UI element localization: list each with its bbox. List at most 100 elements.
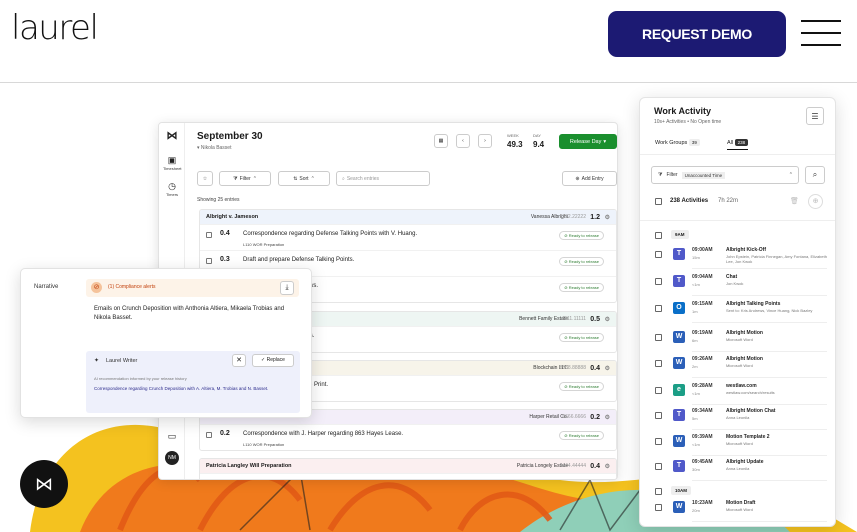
activity-item[interactable]: T 09:04AM <1m Chat Jon Kwok <box>640 270 835 296</box>
activity-checkbox[interactable] <box>655 504 662 511</box>
timesheet-nav[interactable]: ▣ Timesheet <box>163 155 182 171</box>
narrative-label: Narrative <box>34 284 59 290</box>
group-hours: 0.5 <box>590 315 600 323</box>
activity-item[interactable]: O 09:15AM 1m Albright Talking Points Sen… <box>640 297 835 323</box>
activity-checkbox[interactable] <box>655 438 662 445</box>
compliance-alert-text: (1) Compliance alerts <box>108 284 156 290</box>
activity-time: 09:45AM <box>692 459 713 465</box>
entry-checkbox[interactable] <box>206 232 212 238</box>
group-header[interactable]: Patricia Langley Will Preparation Patric… <box>200 459 616 473</box>
sort-button[interactable]: ⇅ Sort ⌃ <box>278 171 330 186</box>
activity-title: Motion Template 2 <box>726 434 770 440</box>
user-avatar[interactable]: NM <box>165 451 179 465</box>
dismiss-icon[interactable]: ✕ <box>232 354 246 367</box>
release-day-button[interactable]: Release Day ▾ <box>559 134 617 149</box>
activity-item[interactable]: e 09:28AM <1m westlaw.com westlaw.com/se… <box>640 379 835 405</box>
select-all-checkbox[interactable] <box>655 198 662 205</box>
entry-hours[interactable]: 0.3 <box>220 256 230 263</box>
activity-checkbox[interactable] <box>655 334 662 341</box>
settings-icon[interactable]: ⚙ <box>605 365 610 372</box>
status-badge[interactable]: ⊘ Ready to release <box>559 231 604 240</box>
compliance-alert-bar[interactable]: ⊘ (1) Compliance alerts ⤓ <box>86 279 299 297</box>
week-hours: 49.3 <box>507 140 523 149</box>
activity-filter[interactable]: ⧩ Filter Unaccounted Time ⌃ <box>651 166 799 184</box>
settings-icon[interactable]: ⚙ <box>605 214 610 221</box>
word-icon: W <box>673 357 685 369</box>
chat-bubble-logo-icon[interactable]: ⋈ <box>20 460 68 508</box>
activity-item[interactable]: T 09:34AM 5m Albright Motion Chat Anna L… <box>640 404 835 430</box>
entry-description[interactable]: Correspondence with J. Harper regarding … <box>243 431 403 437</box>
activity-checkbox[interactable] <box>655 305 662 312</box>
tab-all[interactable]: All 238 <box>727 139 749 150</box>
calendar-icon[interactable]: ▦ <box>434 134 448 148</box>
teams-icon: T <box>673 460 685 472</box>
status-badge[interactable]: ⊘ Ready to release <box>559 257 604 266</box>
user-selector[interactable]: ▾ Nikola Basset <box>197 145 231 151</box>
activity-item[interactable]: W 09:19AM 6m Albright Motion Microsoft W… <box>640 326 835 352</box>
activity-title: Chat <box>726 274 738 280</box>
entry-description[interactable]: Correspondence regarding Defense Talking… <box>243 231 417 237</box>
entries-count: Showing 25 entries <box>197 197 240 203</box>
entry-checkbox[interactable] <box>206 432 212 438</box>
settings-icon[interactable]: ☰ <box>806 107 824 125</box>
request-demo-button[interactable]: REQUEST DEMO <box>608 11 786 57</box>
star-icon[interactable]: ☆ <box>197 171 213 186</box>
hour-checkbox[interactable] <box>655 232 662 239</box>
activity-subtitle: Jon Kwok <box>726 281 744 286</box>
activity-time: 09:34AM <box>692 408 713 414</box>
activity-item[interactable]: T 09:45AM 30m Albright Update Anna Leoni… <box>640 455 835 481</box>
activity-item[interactable]: W 09:26AM 2m Albright Motion Microsoft W… <box>640 352 835 378</box>
summary-time: 7h 22m <box>718 198 739 204</box>
entry-row[interactable]: 0.4 Work on Will Document Points <box>200 473 616 480</box>
activity-item[interactable]: W 10:23AM 20m Motion Draft Microsoft Wor… <box>640 496 835 522</box>
status-badge[interactable]: ⊘ Ready to release <box>559 283 604 292</box>
activity-checkbox[interactable] <box>655 278 662 285</box>
entry-checkbox[interactable] <box>206 258 212 264</box>
entry-hours[interactable]: 0.4 <box>220 230 230 237</box>
previous-day-button[interactable]: ‹ <box>456 134 470 148</box>
chat-icon[interactable]: ▭ <box>163 431 181 442</box>
settings-icon[interactable]: ⚙ <box>605 463 610 470</box>
hour-checkbox-10[interactable] <box>655 488 662 495</box>
trash-icon[interactable]: 🗑 <box>790 197 799 205</box>
timers-nav[interactable]: ◷ Timers <box>163 181 181 197</box>
activity-checkbox[interactable] <box>655 387 662 394</box>
group-header[interactable]: Albright v. Jameson Vanessa Albright 222… <box>200 210 616 224</box>
activity-title: Albright Update <box>726 459 764 465</box>
narrative-text[interactable]: Emails on Crunch Deposition with Anthoni… <box>94 305 294 323</box>
settings-icon[interactable]: ⚙ <box>605 414 610 421</box>
activity-checkbox[interactable] <box>655 463 662 470</box>
entry-hours[interactable]: 0.4 <box>220 479 230 480</box>
filter-button[interactable]: ⧩ Filter ⌃ <box>219 171 271 186</box>
activity-checkbox[interactable] <box>655 251 662 258</box>
ai-suggestion[interactable]: Correspondence regarding Crunch Depositi… <box>94 385 294 392</box>
add-icon[interactable]: ⊕ <box>808 194 823 209</box>
entry-description[interactable]: Draft and prepare Defense Talking Points… <box>243 257 354 263</box>
entry-row[interactable]: 0.2 Correspondence with J. Harper regard… <box>200 424 616 450</box>
entry-hours[interactable]: 0.2 <box>220 430 230 437</box>
activity-checkbox[interactable] <box>655 412 662 419</box>
search-entries-input[interactable]: ⌕ Search entries <box>336 171 430 186</box>
word-icon: W <box>673 501 685 513</box>
settings-icon[interactable]: ⚙ <box>605 316 610 323</box>
activity-item[interactable]: T 09:00AM 15m Albright Kick-Off John Eps… <box>640 243 835 269</box>
hamburger-menu-icon[interactable] <box>801 18 843 48</box>
status-badge[interactable]: ⊘ Ready to release <box>559 333 604 342</box>
replace-button[interactable]: ✓ Replace <box>252 354 294 367</box>
entry-row[interactable]: 0.4 Correspondence regarding Defense Tal… <box>200 224 616 250</box>
activity-time: 09:26AM <box>692 356 713 362</box>
group-hours: 1.2 <box>590 213 600 221</box>
status-badge[interactable]: ⊘ Ready to release <box>559 382 604 391</box>
activity-title: Albright Motion <box>726 356 763 362</box>
activity-item[interactable]: W 09:39AM <1m Motion Template 2 Microsof… <box>640 430 835 456</box>
add-entry-button[interactable]: ⊕ Add Entry <box>562 171 617 186</box>
next-day-button[interactable]: › <box>478 134 492 148</box>
laurel-logo[interactable]: laurel <box>11 8 99 48</box>
activity-checkbox[interactable] <box>655 360 662 367</box>
writer-label: Laurel Writer <box>106 358 138 364</box>
status-badge[interactable]: ⊘ Ready to release <box>559 431 604 440</box>
teams-icon: T <box>673 248 685 260</box>
search-icon[interactable]: ⌕ <box>805 166 825 184</box>
download-icon[interactable]: ⤓ <box>280 281 294 295</box>
tab-work-groups[interactable]: Work Groups 39 <box>655 139 700 146</box>
